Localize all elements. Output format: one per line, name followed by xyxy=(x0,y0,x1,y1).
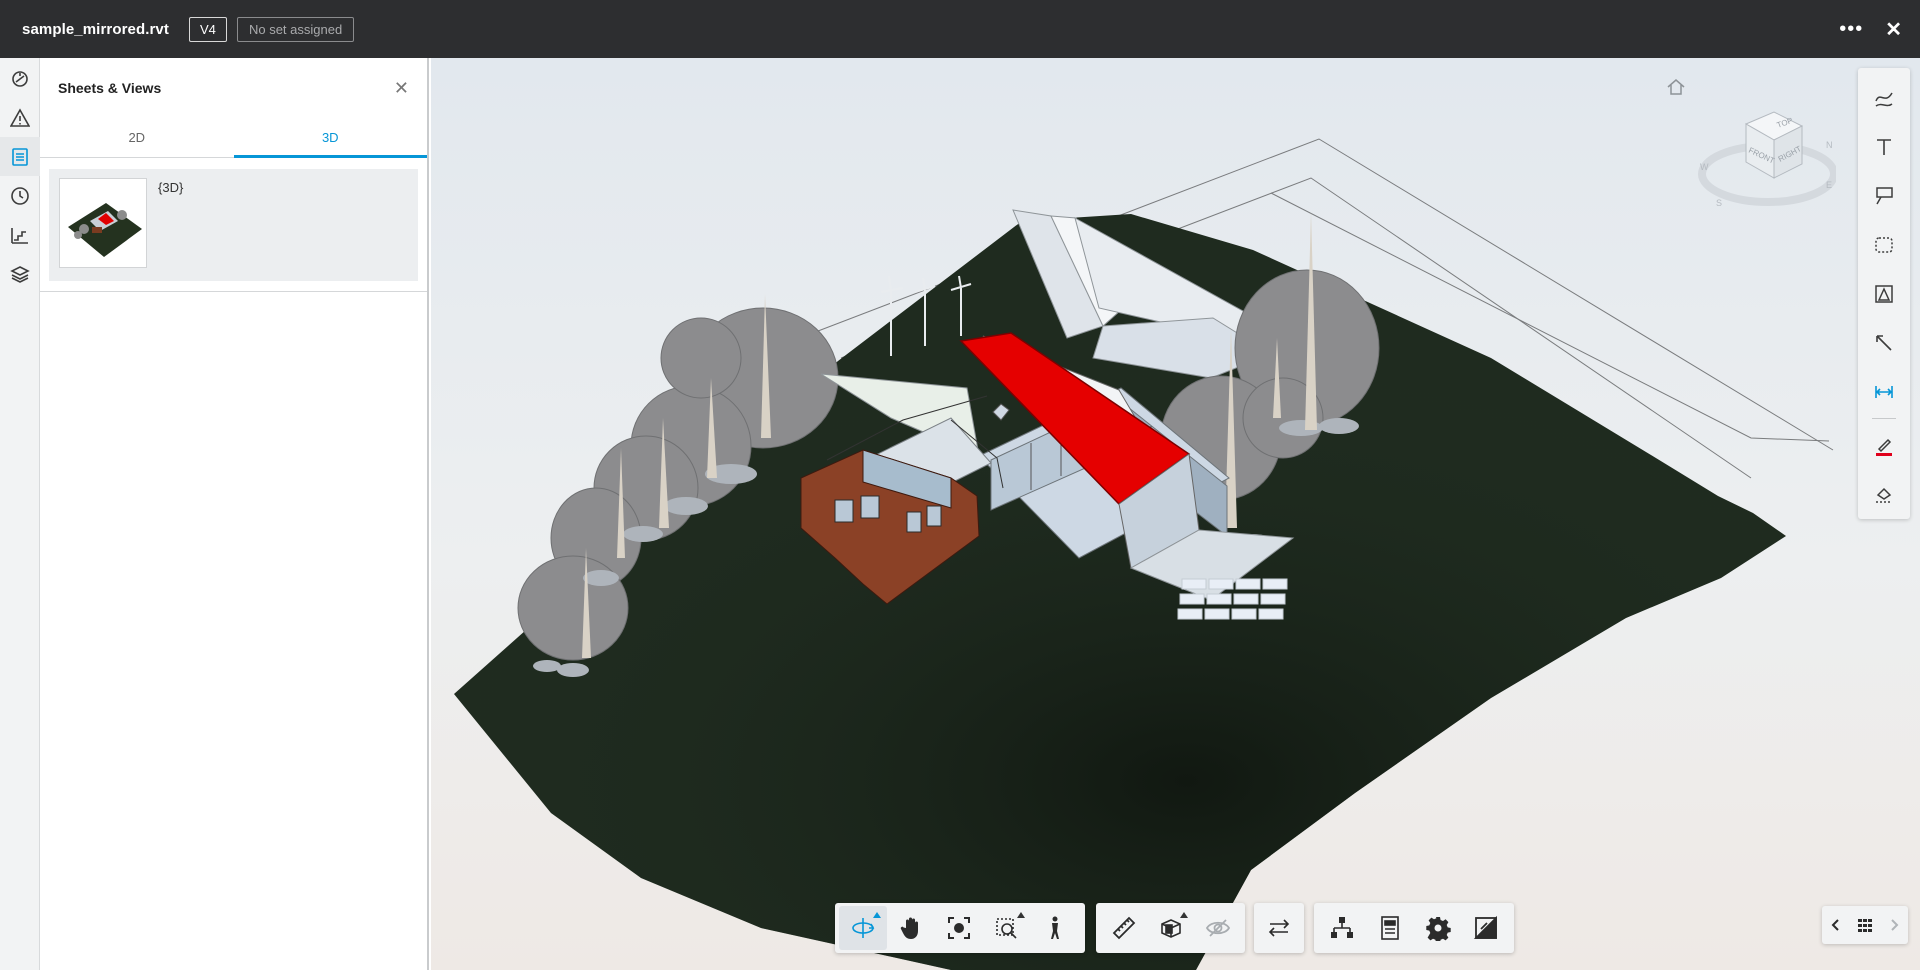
text-icon xyxy=(1877,139,1891,156)
callout-button[interactable] xyxy=(1862,172,1906,221)
pan-icon xyxy=(900,917,918,939)
previous-sheet-button[interactable] xyxy=(1823,910,1849,940)
home-view-button[interactable] xyxy=(1665,76,1687,98)
markup-separator xyxy=(1872,418,1896,420)
chevron-left-icon xyxy=(1831,919,1840,931)
3d-viewport[interactable]: TOP FRONT RIGHT N E S W xyxy=(431,58,1920,970)
freehand-pen-icon xyxy=(1875,93,1893,108)
top-right-actions: ••• ✕ xyxy=(1839,0,1902,58)
freehand-pen-button[interactable] xyxy=(1862,74,1906,123)
first-person-button[interactable] xyxy=(1031,906,1079,950)
orbit-icon xyxy=(852,918,875,938)
properties-icon xyxy=(1381,916,1399,940)
compare-toolbar xyxy=(1254,903,1304,953)
compass-w: W xyxy=(1700,162,1709,172)
panel-close-icon[interactable]: ✕ xyxy=(394,78,409,99)
history-clock-icon xyxy=(11,186,29,205)
zoom-flyout-indicator xyxy=(1017,912,1025,918)
orbit-button[interactable] xyxy=(839,906,887,950)
model-toolbar xyxy=(1314,903,1514,953)
view-label: {3D} xyxy=(158,180,184,195)
text-button[interactable] xyxy=(1862,123,1906,172)
viewcube[interactable]: TOP FRONT RIGHT N E S W xyxy=(1696,96,1838,226)
top-bar: sample_mirrored.rvt V4 No set assigned •… xyxy=(0,0,1920,58)
stroke-color-icon xyxy=(1876,438,1892,456)
compare-icon xyxy=(1268,919,1290,937)
view-thumbnail xyxy=(59,178,147,268)
chevron-right-icon xyxy=(1890,919,1899,931)
left-rail xyxy=(0,58,40,970)
tab-3d[interactable]: 3D xyxy=(233,118,428,158)
view-tabs: 2D 3D xyxy=(40,118,427,158)
home-icon xyxy=(1667,79,1685,95)
pan-button[interactable] xyxy=(887,906,935,950)
markup-toolbar xyxy=(1858,68,1910,519)
model-browser-icon xyxy=(12,70,28,87)
file-name: sample_mirrored.rvt xyxy=(22,20,169,38)
polygon-area-button[interactable] xyxy=(1862,270,1906,319)
stroke-color-button[interactable] xyxy=(1862,421,1906,470)
zoom-window-icon xyxy=(996,918,1017,939)
fit-view-icon xyxy=(948,917,970,939)
levels-icon xyxy=(11,227,28,244)
arrow-button[interactable] xyxy=(1862,318,1906,367)
set-status-badge[interactable]: No set assigned xyxy=(236,16,355,42)
compass-n: N xyxy=(1826,140,1833,150)
more-icon[interactable]: ••• xyxy=(1839,19,1863,39)
view-list-item[interactable]: {3D} xyxy=(49,169,418,281)
dimension-button[interactable] xyxy=(1862,367,1906,416)
layers-icon xyxy=(10,265,30,283)
first-person-icon xyxy=(1051,916,1059,939)
sheets-views-panel: Sheets & Views ✕ 2D 3D {3D} xyxy=(40,58,429,970)
visibility-icon xyxy=(1205,919,1230,937)
model-tree-button[interactable] xyxy=(1318,906,1366,950)
compare-button[interactable] xyxy=(1258,906,1300,950)
visibility-button[interactable] xyxy=(1194,906,1241,950)
layers-button[interactable] xyxy=(0,254,40,293)
panel-divider xyxy=(40,291,427,292)
next-sheet-button[interactable] xyxy=(1881,910,1907,940)
grid-icon xyxy=(1857,919,1872,932)
settings-icon xyxy=(1426,917,1451,941)
model-browser-button[interactable] xyxy=(0,59,40,98)
orbit-flyout-indicator xyxy=(873,912,881,918)
fill-button[interactable] xyxy=(1862,470,1906,519)
polygon-area-icon xyxy=(1875,285,1893,303)
measure-icon xyxy=(1112,916,1135,940)
compass-s: S xyxy=(1716,198,1722,208)
sheet-grid-button[interactable] xyxy=(1852,910,1878,940)
zoom-window-button[interactable] xyxy=(983,906,1031,950)
section-box-button[interactable] xyxy=(1147,906,1194,950)
panel-title: Sheets & Views xyxy=(58,80,162,96)
section-flyout-indicator xyxy=(1180,912,1188,918)
compass-e: E xyxy=(1826,180,1832,190)
dimension-icon xyxy=(1875,385,1893,398)
fullscreen-button[interactable] xyxy=(1462,906,1510,950)
model-tree-icon xyxy=(1331,917,1353,938)
fit-view-button[interactable] xyxy=(935,906,983,950)
panel-header: Sheets & Views ✕ xyxy=(40,58,427,118)
sheets-views-icon xyxy=(12,147,28,166)
sheet-navigator xyxy=(1822,906,1908,944)
measure-button[interactable] xyxy=(1100,906,1147,950)
sheets-views-button[interactable] xyxy=(0,137,40,176)
properties-button[interactable] xyxy=(1366,906,1414,950)
close-icon[interactable]: ✕ xyxy=(1885,17,1902,42)
version-badge[interactable]: V4 xyxy=(188,16,227,42)
settings-button[interactable] xyxy=(1414,906,1462,950)
fullscreen-icon xyxy=(1473,915,1497,939)
cloud-button[interactable] xyxy=(1862,221,1906,270)
fill-icon xyxy=(1876,487,1892,503)
levels-button[interactable] xyxy=(0,215,40,254)
tab-2d[interactable]: 2D xyxy=(40,118,234,157)
navigation-toolbar xyxy=(835,903,1085,953)
history-button[interactable] xyxy=(0,176,40,215)
tools-toolbar xyxy=(1096,903,1245,953)
issues-warning-icon xyxy=(10,107,30,127)
callout-icon xyxy=(1876,187,1893,205)
arrow-icon xyxy=(1876,335,1892,351)
section-box-icon xyxy=(1160,919,1181,938)
cloud-shape-icon xyxy=(1875,237,1893,253)
issues-button[interactable] xyxy=(0,98,40,137)
